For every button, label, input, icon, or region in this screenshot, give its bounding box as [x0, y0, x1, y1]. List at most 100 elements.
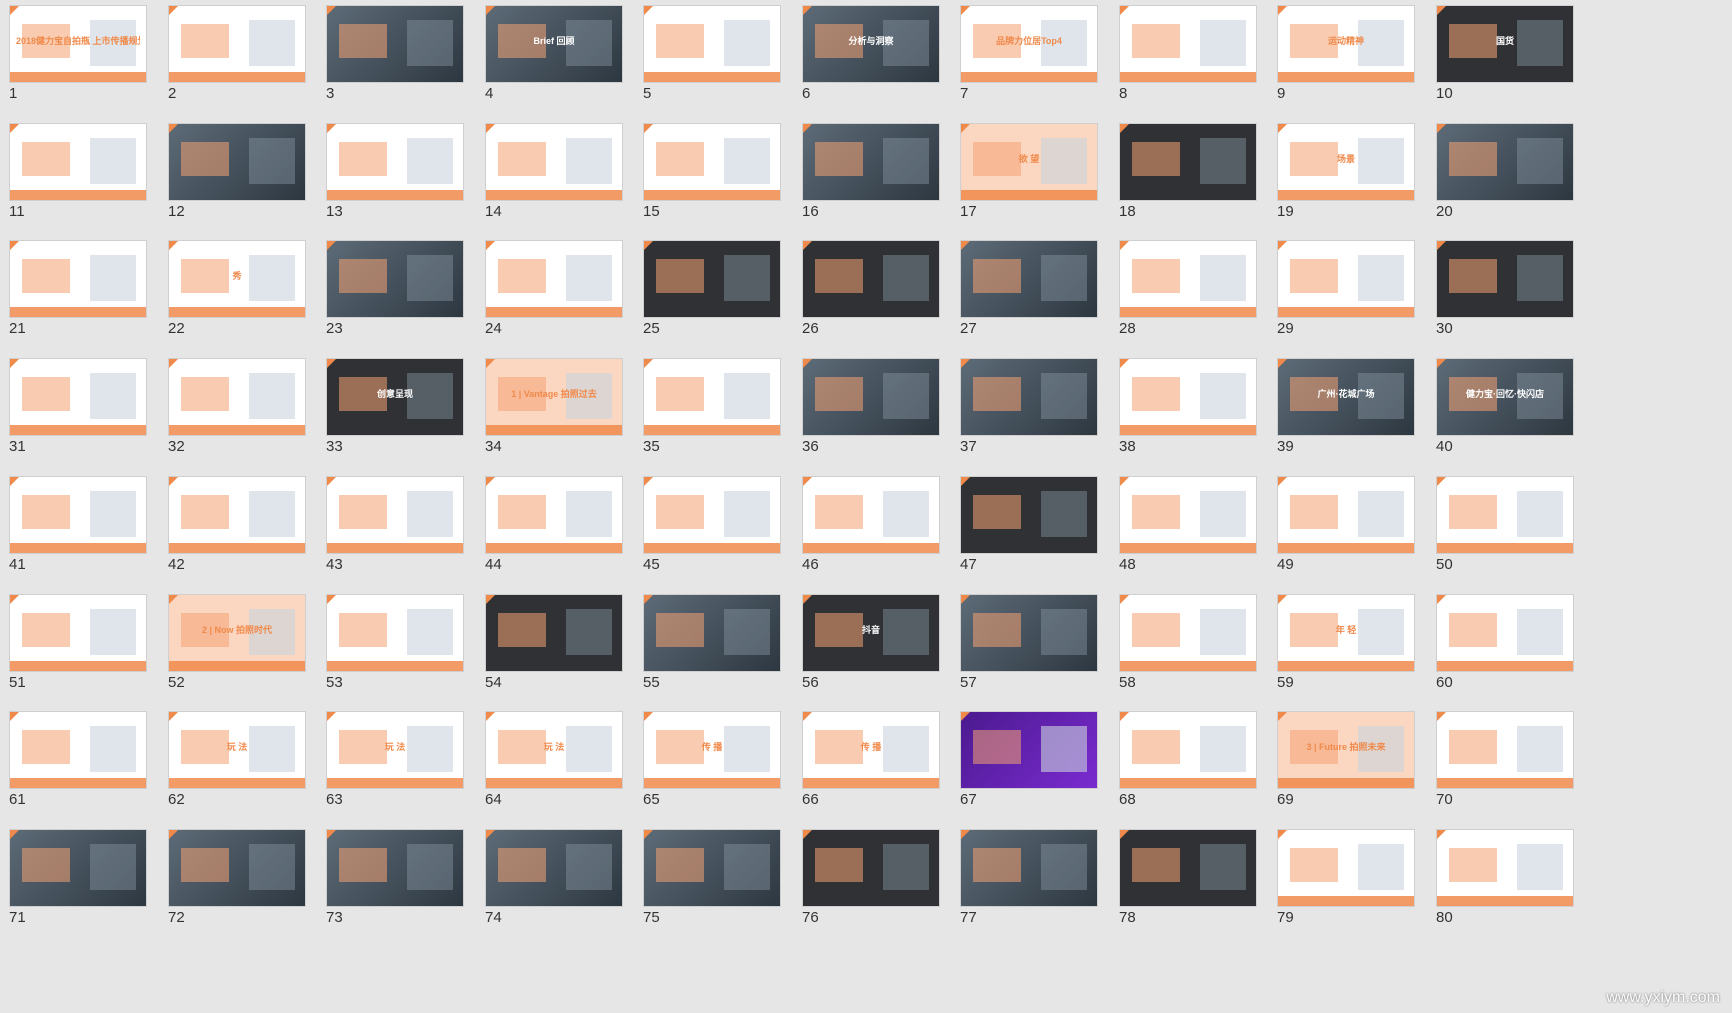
slide-item[interactable]: 75 [643, 829, 803, 933]
slide-item[interactable]: 48 [1119, 476, 1279, 580]
slide-thumbnail[interactable]: 2 | Now 拍照时代 [168, 594, 306, 672]
slide-thumbnail[interactable] [1436, 240, 1574, 318]
slide-thumbnail[interactable] [326, 829, 464, 907]
slide-item[interactable]: 80 [1436, 829, 1596, 933]
slide-item[interactable]: 20 [1436, 123, 1596, 227]
slide-thumbnail[interactable] [9, 240, 147, 318]
slide-thumbnail[interactable]: 品牌力位居Top4 [960, 5, 1098, 83]
slide-item[interactable]: 32 [168, 358, 328, 462]
slide-thumbnail[interactable]: 分析与洞察 [802, 5, 940, 83]
slide-item[interactable]: 36 [802, 358, 962, 462]
slide-thumbnail[interactable]: 健力宝·回忆·快闪店 [1436, 358, 1574, 436]
slide-item[interactable]: 传 播 65 [643, 711, 803, 815]
slide-item[interactable]: 18 [1119, 123, 1279, 227]
slide-thumbnail[interactable] [326, 594, 464, 672]
slide-item[interactable]: 传 播 66 [802, 711, 962, 815]
slide-item[interactable]: 38 [1119, 358, 1279, 462]
slide-thumbnail[interactable] [643, 829, 781, 907]
slide-thumbnail[interactable] [9, 358, 147, 436]
slide-item[interactable]: 73 [326, 829, 486, 933]
slide-thumbnail[interactable] [1436, 123, 1574, 201]
slide-item[interactable]: 23 [326, 240, 486, 344]
slide-item[interactable]: 玩 法 62 [168, 711, 328, 815]
slide-item[interactable]: 1 | Vantage 拍照过去 34 [485, 358, 645, 462]
slide-thumbnail[interactable] [643, 5, 781, 83]
slide-item[interactable]: 35 [643, 358, 803, 462]
slide-item[interactable]: 健力宝·回忆·快闪店 40 [1436, 358, 1596, 462]
slide-item[interactable]: 67 [960, 711, 1120, 815]
slide-item[interactable]: 45 [643, 476, 803, 580]
slide-thumbnail[interactable] [1119, 5, 1257, 83]
slide-thumbnail[interactable]: 3 | Future 拍照未来 [1277, 711, 1415, 789]
slide-item[interactable]: 47 [960, 476, 1120, 580]
slide-item[interactable]: 2 [168, 5, 328, 109]
slide-item[interactable]: 秀 22 [168, 240, 328, 344]
slide-thumbnail[interactable] [1277, 240, 1415, 318]
slide-thumbnail[interactable] [168, 829, 306, 907]
slide-item[interactable]: 78 [1119, 829, 1279, 933]
slide-thumbnail[interactable] [485, 476, 623, 554]
slide-thumbnail[interactable] [1119, 240, 1257, 318]
slide-thumbnail[interactable] [1436, 476, 1574, 554]
slide-thumbnail[interactable] [643, 123, 781, 201]
slide-thumbnail[interactable]: 年 轻 [1277, 594, 1415, 672]
slide-thumbnail[interactable] [1119, 711, 1257, 789]
slide-item[interactable]: 70 [1436, 711, 1596, 815]
slide-thumbnail[interactable] [9, 476, 147, 554]
slide-thumbnail[interactable]: 创意呈现 [326, 358, 464, 436]
slide-thumbnail[interactable] [9, 711, 147, 789]
slide-thumbnail[interactable] [485, 594, 623, 672]
slide-thumbnail[interactable] [9, 829, 147, 907]
slide-item[interactable]: 2018健力宝自拍瓶 上市传播规划 1 [9, 5, 169, 109]
slide-item[interactable]: 11 [9, 123, 169, 227]
slide-thumbnail[interactable] [326, 476, 464, 554]
slide-item[interactable]: 抖音 56 [802, 594, 962, 698]
slide-item[interactable]: 53 [326, 594, 486, 698]
slide-item[interactable]: 37 [960, 358, 1120, 462]
slide-thumbnail[interactable] [960, 829, 1098, 907]
slide-item[interactable]: 71 [9, 829, 169, 933]
slide-thumbnail[interactable]: 玩 法 [326, 711, 464, 789]
slide-item[interactable]: 74 [485, 829, 645, 933]
slide-thumbnail[interactable] [802, 476, 940, 554]
slide-thumbnail[interactable] [326, 123, 464, 201]
slide-thumbnail[interactable] [9, 123, 147, 201]
slide-item[interactable]: 广州·花城广场 39 [1277, 358, 1437, 462]
slide-item[interactable]: 58 [1119, 594, 1279, 698]
slide-item[interactable]: 42 [168, 476, 328, 580]
slide-thumbnail[interactable] [802, 123, 940, 201]
slide-thumbnail[interactable] [1119, 123, 1257, 201]
slide-item[interactable]: 2 | Now 拍照时代 52 [168, 594, 328, 698]
slide-item[interactable]: 50 [1436, 476, 1596, 580]
slide-item[interactable]: Brief 回顾 4 [485, 5, 645, 109]
slide-item[interactable]: 国货 10 [1436, 5, 1596, 109]
slide-item[interactable]: 54 [485, 594, 645, 698]
slide-thumbnail[interactable] [485, 240, 623, 318]
slide-item[interactable]: 品牌力位居Top4 7 [960, 5, 1120, 109]
slide-item[interactable]: 72 [168, 829, 328, 933]
slide-item[interactable]: 43 [326, 476, 486, 580]
slide-thumbnail[interactable]: 欲 望 [960, 123, 1098, 201]
slide-thumbnail[interactable] [1436, 594, 1574, 672]
slide-item[interactable]: 27 [960, 240, 1120, 344]
slide-item[interactable]: 25 [643, 240, 803, 344]
slide-thumbnail[interactable] [960, 594, 1098, 672]
slide-thumbnail[interactable] [643, 240, 781, 318]
slide-item[interactable]: 28 [1119, 240, 1279, 344]
slide-thumbnail[interactable] [960, 476, 1098, 554]
slide-item[interactable]: 24 [485, 240, 645, 344]
slide-item[interactable]: 30 [1436, 240, 1596, 344]
slide-item[interactable]: 12 [168, 123, 328, 227]
slide-thumbnail[interactable] [1119, 358, 1257, 436]
slide-item[interactable]: 51 [9, 594, 169, 698]
slide-item[interactable]: 8 [1119, 5, 1279, 109]
slide-item[interactable]: 76 [802, 829, 962, 933]
slide-thumbnail[interactable]: 国货 [1436, 5, 1574, 83]
slide-item[interactable]: 3 | Future 拍照未来 69 [1277, 711, 1437, 815]
slide-thumbnail[interactable]: 秀 [168, 240, 306, 318]
slide-item[interactable]: 31 [9, 358, 169, 462]
slide-item[interactable]: 运动精神 9 [1277, 5, 1437, 109]
slide-thumbnail[interactable] [1119, 594, 1257, 672]
slide-item[interactable]: 41 [9, 476, 169, 580]
slide-item[interactable]: 68 [1119, 711, 1279, 815]
